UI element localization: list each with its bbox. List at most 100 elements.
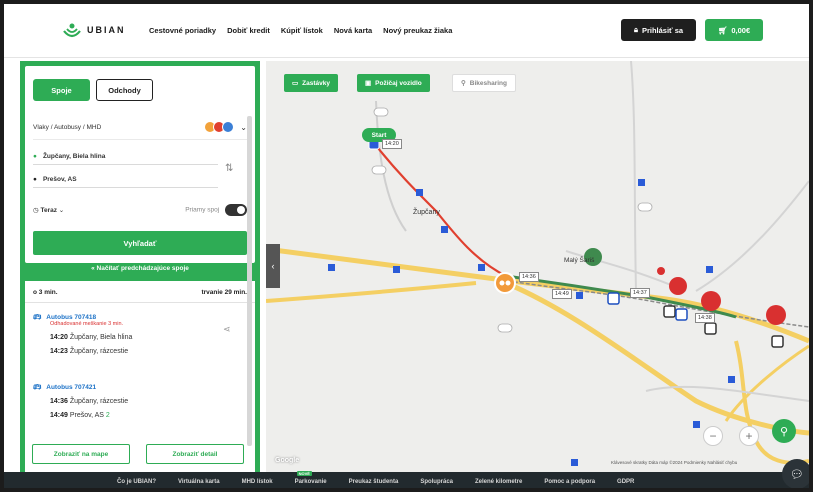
transport-selector[interactable]: Vlaky / Autobusy / MHD ⌄ xyxy=(33,121,247,140)
result-header: o 3 min. trvanie 29 min. xyxy=(25,281,255,303)
bus-stop-icon[interactable] xyxy=(706,266,713,273)
leg-title-text: Autobus 707418 xyxy=(46,313,97,321)
road-shield xyxy=(497,323,513,333)
bus-stop-icon[interactable] xyxy=(416,189,423,196)
from-field[interactable]: ● Župčany, Biela hlina xyxy=(33,153,218,165)
show-on-map-button[interactable]: Zobraziť na mape xyxy=(32,444,130,464)
clock-icon: ◷ xyxy=(33,207,39,214)
cart-button[interactable]: 🛒︎ 0,00€ xyxy=(705,19,763,41)
tab-stops-label: Zastávky xyxy=(302,79,330,87)
map-canvas xyxy=(266,61,809,466)
nav-new-card[interactable]: Nová karta xyxy=(334,26,372,35)
nav-buy-ticket[interactable]: Kúpiť lístok xyxy=(281,26,323,35)
bus-stop-icon[interactable] xyxy=(693,421,700,428)
tab-stops[interactable]: ▭ Zastávky xyxy=(284,74,338,92)
transport-icons: ⌄ xyxy=(204,121,247,133)
result-card[interactable]: o 3 min. trvanie 29 min. ⋖ 🚌︎ Autobus 70… xyxy=(25,281,255,472)
platform-number: 2 xyxy=(105,412,110,419)
map-attribution[interactable]: Klávesové skratky Dáta máp ©2024 Podmien… xyxy=(611,460,737,465)
cart-total: 0,00€ xyxy=(731,25,751,35)
nav-top-up[interactable]: Dobiť kredit xyxy=(227,26,270,35)
bus-vehicle-icon[interactable] xyxy=(607,292,620,305)
red-pin-small[interactable] xyxy=(657,267,665,275)
footer-virtual-card[interactable]: Virtuálna karta xyxy=(178,479,220,485)
from-value: Župčany, Biela hlina xyxy=(42,153,106,160)
time-row: ◷ Teraz ⌄ Priamy spoj xyxy=(33,204,247,216)
footer-student-pass[interactable]: Preukaz študenta xyxy=(349,479,399,485)
bus-stop-icon[interactable] xyxy=(478,264,485,271)
brand-name: UBIAN xyxy=(87,25,126,35)
transfer-marker[interactable] xyxy=(494,272,516,294)
leg-2: 🚌︎ Autobus 707421 14:36 Župčany, rázcest… xyxy=(33,383,128,420)
time-badge: 14:20 xyxy=(382,139,402,149)
footer-nav: Čo je UBIAN? Virtuálna karta MHD lístok … xyxy=(4,471,809,488)
departs-in: o 3 min. xyxy=(33,289,58,296)
leg-title[interactable]: 🚌︎ Autobus 707418 xyxy=(33,313,132,322)
trip-duration: trvanie 29 min. xyxy=(201,289,247,296)
red-pin[interactable] xyxy=(766,305,786,325)
share-icon[interactable]: ⋖ xyxy=(223,324,231,335)
zoom-in-button[interactable]: + xyxy=(739,426,759,446)
tab-connections[interactable]: Spoje xyxy=(33,79,90,101)
red-pin[interactable] xyxy=(669,277,687,295)
bus-stop-icon[interactable] xyxy=(441,226,448,233)
footer-parking[interactable]: NOVÉ Parkovanie xyxy=(295,471,327,485)
leg-title[interactable]: 🚌︎ Autobus 707421 xyxy=(33,383,128,392)
tab-vehicle-rental[interactable]: ▣ Požičaj vozidlo xyxy=(357,74,430,92)
road-minor xyxy=(645,385,809,402)
footer-gdpr[interactable]: GDPR xyxy=(617,479,634,485)
bus-vehicle-icon[interactable] xyxy=(663,305,676,318)
time-selector[interactable]: ◷ Teraz ⌄ xyxy=(33,206,64,214)
leg-title-text: Autobus 707421 xyxy=(46,383,97,391)
bus-stop-icon[interactable] xyxy=(576,292,583,299)
bus-stop-icon[interactable] xyxy=(728,376,735,383)
login-button[interactable]: 🔒︎ Prihlásiť sa xyxy=(621,19,696,41)
cart-icon: 🛒︎ xyxy=(717,25,728,35)
footer-mhd-ticket[interactable]: MHD lístok xyxy=(242,479,273,485)
zoom-out-button[interactable]: − xyxy=(703,426,723,446)
stop-row: 14:23 Župčany, rázcestie xyxy=(50,348,132,355)
bus-stop-icon[interactable] xyxy=(638,179,645,186)
tab-departures[interactable]: Odchody xyxy=(96,79,153,101)
direct-toggle[interactable] xyxy=(225,204,247,216)
search-button[interactable]: Vyhľadať xyxy=(33,231,247,255)
main-nav: Cestovné poriadky Dobiť kredit Kúpiť lís… xyxy=(149,26,452,35)
map-view[interactable]: ▭ Zastávky ▣ Požičaj vozidlo ⚲ Bikeshari… xyxy=(266,61,809,472)
road-shield xyxy=(637,202,653,212)
swap-icon[interactable]: ⇅ xyxy=(225,163,233,174)
locate-me-button[interactable]: ⚲ xyxy=(772,419,796,443)
sidebar-scrollbar[interactable] xyxy=(247,116,252,446)
bus-vehicle-icon[interactable] xyxy=(675,308,688,321)
new-badge: NOVÉ xyxy=(296,471,312,476)
bus-vehicle-icon[interactable] xyxy=(704,322,717,335)
bus-stop-icon: ▭ xyxy=(292,80,299,87)
chevron-down-icon: ⌄ xyxy=(240,122,247,132)
footer-cooperation[interactable]: Spolupráca xyxy=(420,479,453,485)
bus-stop-icon[interactable] xyxy=(328,264,335,271)
to-field[interactable]: ● Prešov, AS xyxy=(33,176,218,188)
footer-what-is-ubian[interactable]: Čo je UBIAN? xyxy=(117,479,156,485)
nav-timetables[interactable]: Cestovné poriadky xyxy=(149,26,216,35)
collapse-sidebar-button[interactable]: ‹ xyxy=(266,244,280,288)
time-badge: 14:37 xyxy=(630,288,650,298)
tram-icon xyxy=(222,121,235,133)
road-shield xyxy=(373,107,389,117)
chevron-down-icon: ⌄ xyxy=(58,207,65,214)
chat-icon: 💬︎ xyxy=(790,468,804,481)
google-logo: Google xyxy=(275,457,300,464)
bus-stop-icon[interactable] xyxy=(571,459,578,466)
chat-support-button[interactable]: 💬︎ xyxy=(782,459,809,488)
ubian-logo[interactable]: UBIAN xyxy=(62,21,126,39)
bus-stop-icon[interactable] xyxy=(393,266,400,273)
footer-help[interactable]: Pomoc a podpora xyxy=(544,479,595,485)
bus-vehicle-icon[interactable] xyxy=(771,335,784,348)
load-earlier-link[interactable]: « Načítať predchádzajúce spoje xyxy=(20,265,260,272)
tab-bikesharing[interactable]: ⚲ Bikesharing xyxy=(452,74,516,92)
red-pin[interactable] xyxy=(701,291,721,311)
show-detail-button[interactable]: Zobraziť detail xyxy=(146,444,244,464)
stop-time: 14:49 xyxy=(50,412,68,419)
direct-label: Priamy spoj xyxy=(185,206,220,214)
nav-student-pass[interactable]: Nový preukaz žiaka xyxy=(383,26,452,35)
car-icon: ▣ xyxy=(365,80,372,87)
footer-green-km[interactable]: Zelené kilometre xyxy=(475,479,522,485)
